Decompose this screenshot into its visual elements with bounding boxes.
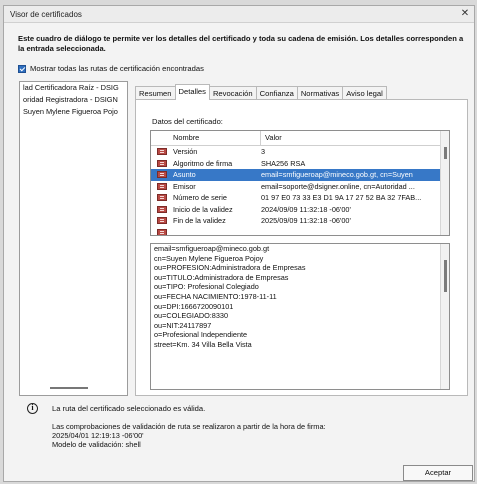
validation-details: Las comprobaciones de validación de ruta…	[52, 422, 326, 449]
detail-line: ou=NIT:24117897	[154, 320, 212, 330]
field-row[interactable]: Número de serie 01 97 E0 73 33 E3 D1 9A …	[151, 192, 441, 204]
detail-line: street=Km. 34 Villa Bella Vista	[154, 339, 252, 349]
detail-line: ou=PROFESION:Administradora de Empresas	[154, 263, 306, 273]
field-name: Inicio de la validez	[173, 204, 233, 214]
certificate-field-icon	[157, 228, 167, 235]
detail-scrollbar-thumb[interactable]	[444, 260, 447, 292]
detail-line: o=Profesional Independiente	[154, 330, 248, 340]
show-all-paths-label: Mostrar todas las rutas de certificación…	[30, 64, 204, 73]
info-icon: i	[27, 403, 38, 414]
certificate-chain-tree[interactable]: lad Certificadora Raíz - DSIG oridad Reg…	[19, 81, 128, 396]
field-row[interactable]: Fin de la validez 2025/09/09 11:32:18 -0…	[151, 215, 441, 227]
field-row[interactable]: Inicio de la validez 2024/09/09 11:32:18…	[151, 204, 441, 216]
field-row-partial[interactable]	[151, 227, 441, 235]
detail-line: ou=DPI:1666720090101	[154, 301, 234, 311]
tab-aviso-legal[interactable]: Aviso legal	[342, 86, 387, 100]
tab-resumen[interactable]: Resumen	[135, 86, 176, 100]
fields-label: Datos del certificado:	[152, 117, 223, 126]
window-title: Visor de certificados	[10, 10, 82, 19]
field-row[interactable]: Algoritmo de firma SHA256 RSA	[151, 158, 441, 170]
chain-item[interactable]: lad Certificadora Raíz - DSIG	[20, 82, 127, 94]
accept-button[interactable]: Aceptar	[403, 465, 473, 481]
field-value: 01 97 E0 73 33 E3 D1 9A 17 27 52 BA 32 7…	[261, 193, 422, 203]
field-value: email=smfigueroap@mineco.gob.gt, cn=Suye…	[261, 170, 413, 180]
certificate-fields-list[interactable]: Nombre Valor Versión 3 Algoritmo de firm…	[150, 130, 450, 236]
tab-detalles[interactable]: Detalles	[174, 84, 210, 100]
validation-model: Modelo de validación: shell	[52, 439, 141, 449]
field-name: Algoritmo de firma	[173, 158, 233, 168]
field-name: Fin de la validez	[173, 216, 226, 226]
tab-revocacion[interactable]: Revocación	[208, 86, 257, 100]
field-name: Asunto	[173, 170, 196, 180]
field-value: 2024/09/09 11:32:18 -06'00'	[261, 204, 351, 214]
field-value: SHA256 RSA	[261, 158, 306, 168]
show-all-paths-option[interactable]: Mostrar todas las rutas de certificación…	[18, 64, 204, 73]
tab-normativas[interactable]: Normativas	[296, 86, 344, 100]
certificate-field-icon	[157, 148, 167, 156]
fields-scrollbar[interactable]	[440, 131, 449, 235]
tree-horizontal-scrollbar[interactable]	[50, 387, 88, 389]
detail-line: ou=FECHA NACIMIENTO:1978-11-11	[154, 291, 277, 301]
certificate-field-icon	[157, 205, 167, 213]
fields-scrollbar-thumb[interactable]	[444, 147, 447, 159]
certificate-field-icon	[157, 217, 167, 225]
field-row[interactable]: Versión 3	[151, 146, 441, 158]
certificate-field-icon	[157, 171, 167, 179]
field-row-selected[interactable]: Asunto email=smfigueroap@mineco.gob.gt, …	[151, 169, 441, 181]
field-value: 2025/09/09 11:32:18 -06'00'	[261, 216, 351, 226]
close-icon[interactable]: ✕	[459, 8, 471, 20]
show-all-paths-checkbox[interactable]	[18, 64, 26, 73]
detail-line: ou=TIPO: Profesional Colegiado	[154, 282, 259, 292]
column-header-name[interactable]: Nombre	[151, 131, 261, 145]
detail-line: cn=Suyen Mylene Figueroa Pojoy	[154, 253, 264, 263]
field-name: Versión	[173, 147, 198, 157]
detail-line: ou=TITULO:Administradora de Empresas	[154, 272, 289, 282]
detail-scrollbar[interactable]	[440, 244, 449, 389]
tab-confianza[interactable]: Confianza	[255, 86, 298, 100]
path-valid-status: La ruta del certificado seleccionado es …	[52, 404, 206, 413]
field-value: email=soporte@dsigner.online, cn=Autorid…	[261, 181, 415, 191]
field-value: 3	[261, 147, 266, 157]
field-name: Emisor	[173, 181, 196, 191]
field-name: Número de serie	[173, 193, 227, 203]
chain-item[interactable]: Suyen Mylene Figueroa Pojo	[20, 106, 127, 118]
title-bar: Visor de certificados ✕	[4, 6, 474, 23]
column-header-value[interactable]: Valor	[261, 131, 282, 145]
intro-text: Este cuadro de diálogo te permite ver lo…	[18, 34, 464, 53]
certificate-field-icon	[157, 159, 167, 167]
detail-line: ou=COLEGIADO:8330	[154, 311, 229, 321]
field-detail-box[interactable]: email=smfigueroap@mineco.gob.gt cn=Suyen…	[150, 243, 450, 390]
certificate-field-icon	[157, 194, 167, 202]
certificate-field-icon	[157, 182, 167, 190]
detail-line: email=smfigueroap@mineco.gob.gt	[154, 244, 270, 253]
chain-item[interactable]: oridad Registradora - DSIGN	[20, 94, 127, 106]
certificate-viewer-window: Visor de certificados ✕ Este cuadro de d…	[3, 5, 475, 482]
fields-header: Nombre Valor	[151, 131, 441, 146]
tab-bar: Resumen Detalles Revocación Confianza No…	[135, 84, 387, 100]
details-panel: Datos del certificado: Nombre Valor Vers…	[135, 99, 468, 396]
field-row[interactable]: Emisor email=soporte@dsigner.online, cn=…	[151, 181, 441, 193]
